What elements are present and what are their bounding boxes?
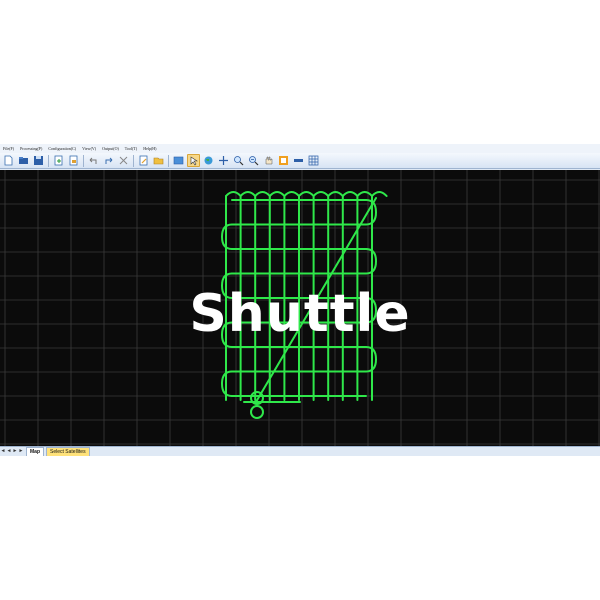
application-window: File(F) Processing(P) Configuration(C) V… bbox=[0, 144, 600, 456]
track-turn bbox=[298, 191, 315, 197]
zoom-in-icon[interactable] bbox=[232, 154, 245, 167]
track-turn bbox=[268, 191, 286, 197]
menu-configuration[interactable]: Configuration(C) bbox=[45, 144, 79, 153]
toolbar-separator bbox=[83, 154, 84, 167]
undo-icon[interactable] bbox=[87, 154, 100, 167]
track-turn bbox=[225, 191, 242, 197]
track-turn bbox=[283, 191, 300, 197]
tab-bar: ◄ ◄ ► ► Map Select Satellites bbox=[0, 446, 600, 456]
open-folder-icon[interactable] bbox=[17, 154, 30, 167]
tab-map[interactable]: Map bbox=[26, 447, 44, 456]
zoom-out-icon[interactable] bbox=[247, 154, 260, 167]
map-view-icon[interactable] bbox=[172, 154, 185, 167]
toolbar-separator bbox=[168, 154, 169, 167]
toolbar bbox=[0, 153, 600, 169]
pan-arrows-icon[interactable] bbox=[217, 154, 230, 167]
import-icon[interactable] bbox=[67, 154, 80, 167]
track-turn bbox=[341, 191, 359, 197]
overlay-title: Shuttle bbox=[189, 284, 411, 344]
edit-icon[interactable] bbox=[137, 154, 150, 167]
frame-icon[interactable] bbox=[277, 154, 290, 167]
redo-icon[interactable] bbox=[102, 154, 115, 167]
track-turn bbox=[371, 191, 388, 197]
folder-icon[interactable] bbox=[152, 154, 165, 167]
grid-icon[interactable] bbox=[307, 154, 320, 167]
menu-bar: File(F) Processing(P) Configuration(C) V… bbox=[0, 144, 600, 153]
menu-processing[interactable]: Processing(P) bbox=[17, 144, 45, 153]
map-canvas[interactable]: Shuttle bbox=[0, 170, 600, 446]
menu-tool[interactable]: Tool(T) bbox=[122, 144, 140, 153]
toolbar-separator bbox=[133, 154, 134, 167]
tab-select-satellites[interactable]: Select Satellites bbox=[46, 447, 90, 456]
track-turn bbox=[254, 191, 271, 197]
save-icon[interactable] bbox=[32, 154, 45, 167]
globe-icon[interactable] bbox=[202, 154, 215, 167]
track-turn bbox=[239, 191, 257, 197]
track-turn bbox=[356, 191, 373, 197]
new-file-icon[interactable] bbox=[2, 154, 15, 167]
tab-nav-last-arrow-icon[interactable]: ► bbox=[18, 447, 24, 456]
menu-help[interactable]: Help(H) bbox=[140, 144, 159, 153]
select-cursor-icon[interactable] bbox=[187, 154, 200, 167]
menu-file[interactable]: File(F) bbox=[0, 144, 17, 153]
menu-output[interactable]: Output(O) bbox=[99, 144, 122, 153]
track-turn bbox=[327, 191, 344, 197]
toolbar-separator bbox=[48, 154, 49, 167]
hand-icon[interactable] bbox=[262, 154, 275, 167]
measure-icon[interactable] bbox=[292, 154, 305, 167]
cut-icon[interactable] bbox=[117, 154, 130, 167]
track-turn bbox=[312, 191, 330, 197]
export-icon[interactable] bbox=[52, 154, 65, 167]
menu-view[interactable]: View(V) bbox=[79, 144, 99, 153]
home-point-marker bbox=[250, 405, 264, 419]
